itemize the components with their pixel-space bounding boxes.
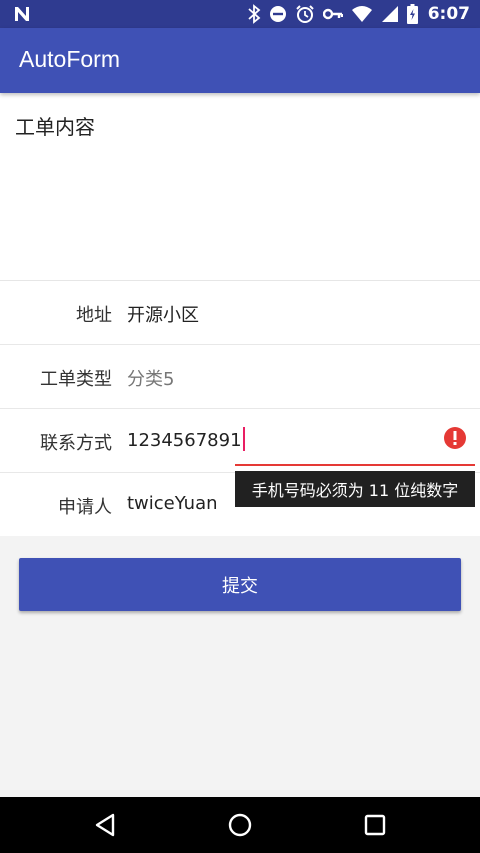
content-field[interactable]: 工单内容 bbox=[0, 93, 480, 281]
home-icon[interactable] bbox=[226, 811, 254, 839]
wifi-icon bbox=[351, 6, 372, 22]
content-label: 工单内容 bbox=[15, 115, 95, 139]
type-select[interactable]: 分类5 bbox=[127, 365, 174, 391]
error-underline bbox=[235, 464, 475, 466]
form: 工单内容 地址 开源小区 工单类型 分类5 联系方式 1234567891 申请… bbox=[0, 93, 480, 536]
back-icon[interactable] bbox=[91, 811, 119, 839]
applicant-input[interactable]: twiceYuan bbox=[127, 493, 218, 514]
type-label: 工单类型 bbox=[40, 369, 112, 390]
submit-button[interactable]: 提交 bbox=[19, 558, 461, 611]
alarm-icon bbox=[295, 5, 314, 23]
contact-input-text: 1234567891 bbox=[127, 430, 242, 451]
status-bar: 6:07 bbox=[0, 0, 480, 28]
do-not-disturb-icon bbox=[269, 6, 286, 22]
bluetooth-icon bbox=[248, 4, 261, 24]
key-icon bbox=[322, 8, 343, 20]
text-caret bbox=[242, 427, 245, 451]
app-title: AutoForm bbox=[19, 46, 120, 72]
address-label: 地址 bbox=[76, 305, 112, 326]
form-row-type[interactable]: 工单类型 分类5 bbox=[0, 345, 480, 409]
error-tooltip: 手机号码必须为 11 位纯数字 bbox=[235, 471, 475, 507]
contact-input[interactable]: 1234567891 bbox=[127, 427, 245, 453]
nav-bar bbox=[0, 797, 480, 853]
error-icon[interactable] bbox=[443, 426, 467, 450]
form-row-contact[interactable]: 联系方式 1234567891 bbox=[0, 409, 480, 473]
recents-icon[interactable] bbox=[361, 811, 389, 839]
contact-label: 联系方式 bbox=[40, 433, 112, 454]
n-notification-icon bbox=[15, 7, 29, 21]
applicant-label: 申请人 bbox=[58, 497, 112, 518]
signal-icon bbox=[381, 6, 398, 22]
status-time: 6:07 bbox=[427, 4, 470, 24]
address-input[interactable]: 开源小区 bbox=[127, 301, 199, 327]
app-bar: AutoForm bbox=[0, 28, 480, 93]
form-row-address[interactable]: 地址 开源小区 bbox=[0, 281, 480, 345]
battery-icon bbox=[406, 4, 418, 24]
